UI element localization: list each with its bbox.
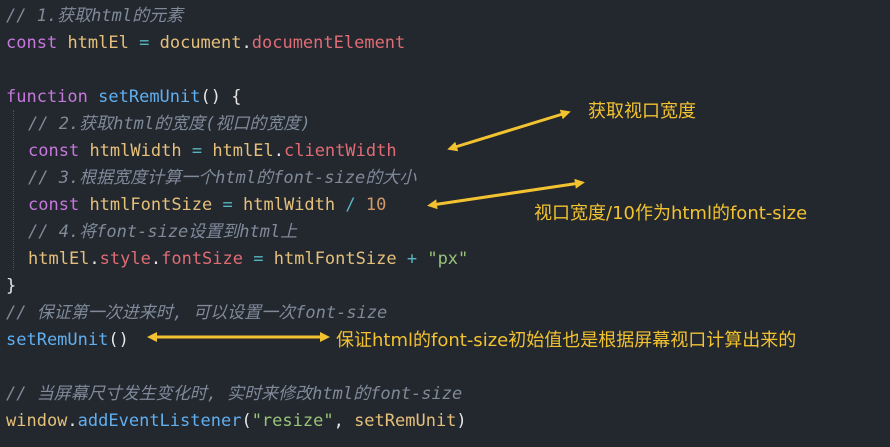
annotation-viewport-width: 获取视口宽度: [588, 101, 696, 122]
annotation-initial-value: 保证html的font-size初始值也是根据屏幕视口计算出来的: [336, 330, 797, 351]
annotation-font-size: 视口宽度/10作为html的font-size: [534, 203, 808, 224]
arrow-client-width: [447, 109, 571, 152]
